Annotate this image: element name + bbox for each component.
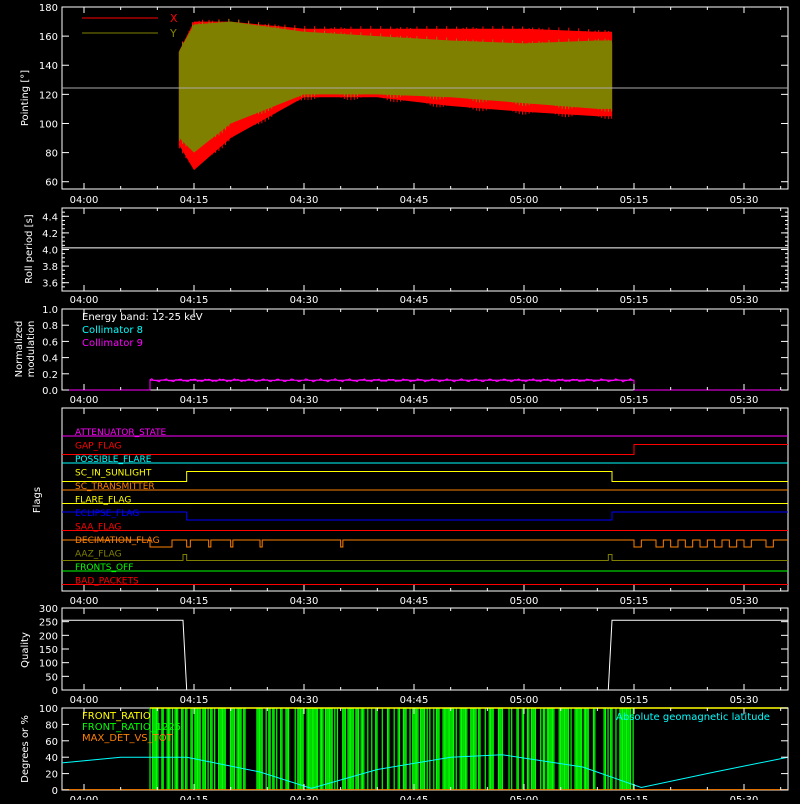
roll-xtick-label: 04:00 — [70, 295, 99, 306]
flag-label: ECLIPSE_FLAG — [75, 509, 139, 519]
pointing-xtick-label: 05:30 — [730, 195, 759, 206]
ratios-ytick-label: 100 — [39, 704, 58, 715]
quality-xtick-label: 05:30 — [730, 695, 759, 706]
modulation-ytick-label: 0.2 — [42, 370, 58, 381]
flags-ylabel: Flags — [32, 487, 43, 513]
quality-xtick-label: 04:00 — [70, 695, 99, 706]
quality-xtick-label: 05:15 — [620, 695, 649, 706]
legend-geomag-latitude: Absolute geomagnetic latitude — [616, 712, 770, 723]
legend-energy-band: Energy band: 12-25 keV — [82, 312, 203, 323]
pointing-xtick-label: 04:00 — [70, 195, 99, 206]
ratios-xtick-label: 04:30 — [290, 795, 319, 800]
legend-front-ratio: FRONT_RATIO — [82, 711, 151, 722]
roll-ylabel: Roll period [s] — [24, 214, 35, 283]
pointing-ytick-label: 100 — [39, 119, 58, 130]
roll-xtick-label: 05:30 — [730, 295, 759, 306]
roll-xtick-label: 05:00 — [510, 295, 539, 306]
roll-ytick-label: 3.6 — [42, 279, 58, 290]
modulation-xtick-label: 05:00 — [510, 395, 539, 406]
legend-max-det-vs-tot: MAX_DET_VS_TOT — [82, 733, 174, 744]
modulation-ytick-label: 0.6 — [42, 337, 58, 348]
modulation-xtick-label: 04:00 — [70, 395, 99, 406]
modulation-xtick-label: 05:30 — [730, 395, 759, 406]
quality-ytick-label: 250 — [39, 618, 58, 629]
quality-ytick-label: 100 — [39, 659, 58, 670]
quality-ytick-label: 200 — [39, 631, 58, 642]
figure: 60 80 100 120 140 160 180 04:00 04:15 04:30 04:45… — [0, 0, 800, 804]
modulation-ytick-label: 0.4 — [42, 354, 58, 365]
roll-xtick-label: 04:15 — [180, 295, 209, 306]
ratios-xtick-label: 04:00 — [70, 795, 99, 800]
ratios-xtick-label: 05:00 — [510, 795, 539, 800]
quality-ytick-label: 150 — [39, 645, 58, 656]
legend-front-ratio-1225: FRONT_RATIO_1225 — [82, 722, 181, 733]
pointing-ytick-label: 120 — [39, 90, 58, 101]
flag-label: SC_IN_SUNLIGHT — [75, 469, 152, 479]
pointing-xtick-label: 05:00 — [510, 195, 539, 206]
flags-xtick-label: 05:15 — [620, 596, 649, 607]
flags-xtick-label: 04:30 — [290, 596, 319, 607]
ratios-ytick-label: 20 — [45, 770, 58, 781]
ratios-ytick-label: 80 — [45, 720, 58, 731]
modulation-xtick-label: 05:15 — [620, 395, 649, 406]
pointing-xtick-label: 04:30 — [290, 195, 319, 206]
roll-xtick-label: 04:30 — [290, 295, 319, 306]
quality-ytick-label: 300 — [39, 604, 58, 615]
flags-xtick-label: 04:45 — [400, 596, 429, 607]
pointing-ytick-label: 60 — [45, 178, 58, 189]
flags-xtick-label: 04:00 — [70, 596, 99, 607]
ratios-ylabel: Degrees or % — [20, 715, 31, 783]
flags-xtick-label: 05:00 — [510, 596, 539, 607]
quality-ytick-label: 0 — [52, 686, 58, 697]
quality-xtick-label: 04:45 — [400, 695, 429, 706]
roll-ytick-label: 4.4 — [42, 212, 58, 223]
roll-ytick-label: 4.2 — [42, 229, 58, 240]
flag-label: GAP_FLAG — [75, 442, 121, 452]
quality-xtick-label: 05:00 — [510, 695, 539, 706]
ratios-xtick-label: 05:30 — [730, 795, 759, 800]
pointing-xtick-label: 05:15 — [620, 195, 649, 206]
flags-xtick-label: 05:30 — [730, 596, 759, 607]
roll-xtick-label: 04:45 — [400, 295, 429, 306]
quality-xtick-label: 04:30 — [290, 695, 319, 706]
ratios-ytick-label: 60 — [45, 737, 58, 748]
roll-ytick-label: 4.0 — [42, 246, 58, 257]
flags-xtick-label: 04:15 — [180, 596, 209, 607]
ratios-xtick-label: 05:15 — [620, 795, 649, 800]
ratios-ytick-label: 40 — [45, 753, 58, 764]
modulation-ytick-label: 1.0 — [42, 305, 58, 316]
ratios-ytick-label: 0 — [52, 786, 58, 797]
pointing-ytick-label: 140 — [39, 61, 58, 72]
legend-collimator-8: Collimator 8 — [82, 325, 143, 336]
ratios-xtick-label: 04:45 — [400, 795, 429, 800]
modulation-ytick-label: 0.8 — [42, 321, 58, 332]
modulation-ylabel-1: Normalized — [14, 321, 25, 378]
quality-xtick-label: 04:15 — [180, 695, 209, 706]
quality-ytick-label: 50 — [45, 672, 58, 683]
legend-collimator-9: Collimator 9 — [82, 338, 143, 349]
flag-label: DECIMATION_FLAG — [75, 536, 160, 546]
figure-svg: 60 80 100 120 140 160 180 04:00 04:15 04:30 04:45… — [0, 0, 800, 804]
pointing-xtick-label: 04:45 — [400, 195, 429, 206]
flag-label: AAZ_FLAG — [75, 550, 122, 560]
pointing-ytick-label: 180 — [39, 3, 58, 14]
legend-x-label: X — [170, 12, 178, 25]
pointing-ytick-label: 160 — [39, 32, 58, 43]
ratios-xtick-label: 04:15 — [180, 795, 209, 800]
legend-y-label: Y — [169, 27, 177, 40]
modulation-xtick-label: 04:15 — [180, 395, 209, 406]
quality-ylabel: Quality — [20, 632, 31, 668]
modulation-ytick-label: 0.0 — [42, 386, 58, 397]
modulation-xtick-label: 04:30 — [290, 395, 319, 406]
pointing-ylabel: Pointing [°] — [20, 70, 31, 126]
pointing-xtick-label: 04:15 — [180, 195, 209, 206]
modulation-ylabel-2: modulation — [26, 321, 37, 378]
roll-ytick-label: 3.8 — [42, 262, 58, 273]
pointing-ytick-label: 80 — [45, 149, 58, 160]
modulation-xtick-label: 04:45 — [400, 395, 429, 406]
roll-xtick-label: 05:15 — [620, 295, 649, 306]
